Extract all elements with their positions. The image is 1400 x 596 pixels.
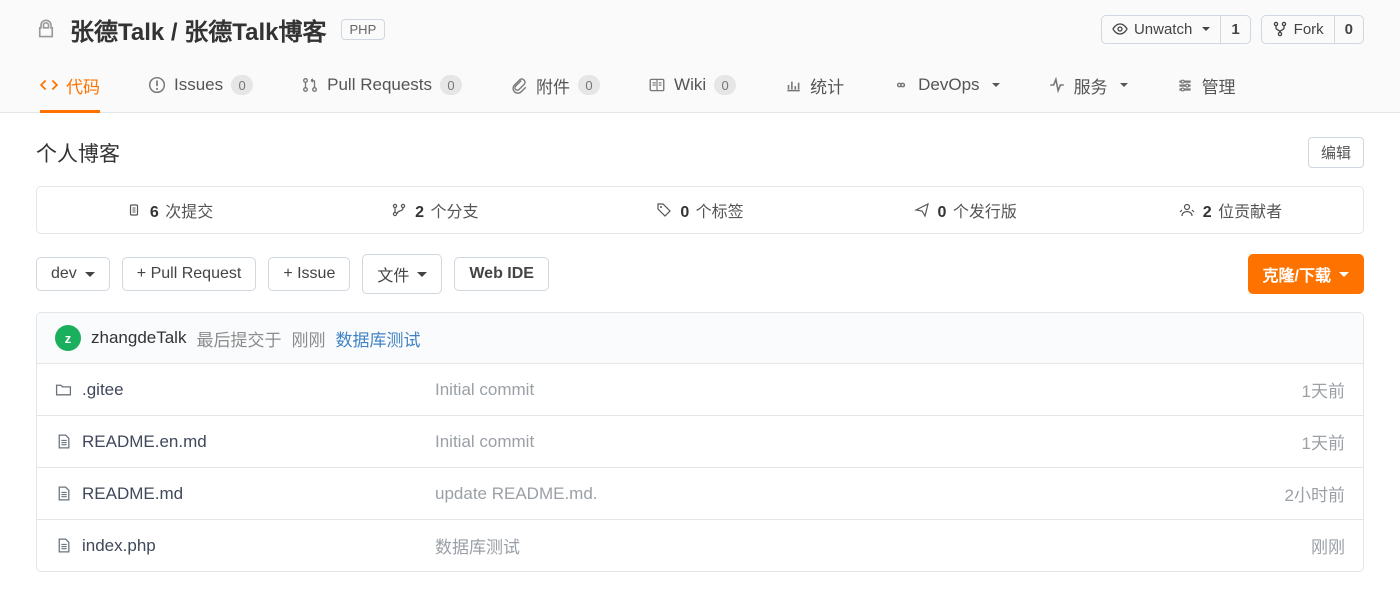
folder-icon bbox=[55, 381, 72, 398]
tab-services[interactable]: 服务 bbox=[1048, 58, 1128, 112]
stat-releases[interactable]: 0 个发行版 bbox=[833, 187, 1098, 233]
chart-icon bbox=[784, 76, 802, 94]
new-issue-button[interactable]: + Issue bbox=[268, 257, 350, 291]
clip-icon bbox=[510, 76, 528, 94]
code-icon bbox=[40, 76, 58, 94]
watch-count[interactable]: 1 bbox=[1220, 16, 1249, 43]
lock-icon bbox=[36, 19, 56, 39]
commit-message[interactable]: Initial commit bbox=[435, 380, 1185, 400]
file-name[interactable]: .gitee bbox=[55, 380, 435, 400]
commit-message[interactable]: Initial commit bbox=[435, 432, 1185, 452]
infinity-icon bbox=[892, 76, 910, 94]
table-row: index.php数据库测试刚刚 bbox=[37, 519, 1363, 571]
release-icon bbox=[914, 202, 930, 218]
watch-button[interactable]: Unwatch 1 bbox=[1101, 15, 1251, 44]
file-name[interactable]: README.en.md bbox=[55, 432, 435, 452]
tab-wiki[interactable]: Wiki 0 bbox=[648, 58, 736, 112]
chevron-down-icon bbox=[1120, 83, 1128, 91]
repo-title: 张德Talk / 张德Talk博客 PHP bbox=[36, 12, 385, 47]
commit-when: 刚刚 bbox=[1185, 533, 1345, 558]
book-icon bbox=[648, 76, 666, 94]
tab-devops[interactable]: DevOps bbox=[892, 58, 999, 112]
owner-link[interactable]: 张德Talk bbox=[70, 19, 164, 46]
people-icon bbox=[1179, 202, 1195, 218]
table-row: README.mdupdate README.md.2小时前 bbox=[37, 467, 1363, 519]
prs-count: 0 bbox=[440, 75, 462, 95]
pr-icon bbox=[301, 76, 319, 94]
repo-link[interactable]: 张德Talk博客 bbox=[184, 19, 326, 46]
file-panel: z zhangdeTalk 最后提交于 刚刚 数据库测试 .giteeIniti… bbox=[36, 312, 1364, 572]
eye-icon bbox=[1112, 21, 1128, 37]
avatar[interactable]: z bbox=[55, 325, 81, 351]
pulse-icon bbox=[1048, 76, 1066, 94]
tab-code[interactable]: 代码 bbox=[40, 58, 100, 112]
tab-manage[interactable]: 管理 bbox=[1176, 58, 1236, 112]
fork-icon bbox=[1272, 21, 1288, 37]
branch-icon bbox=[391, 202, 407, 218]
table-row: .giteeInitial commit1天前 bbox=[37, 364, 1363, 415]
commit-message[interactable]: update README.md. bbox=[435, 484, 1185, 504]
issues-count: 0 bbox=[231, 75, 253, 95]
last-commit-author[interactable]: zhangdeTalk bbox=[91, 328, 186, 348]
stats-bar: 6 次提交 2 个分支 0 个标签 0 个发行版 2 位贡献者 bbox=[36, 186, 1364, 234]
chevron-down-icon bbox=[992, 83, 1000, 91]
fork-count[interactable]: 0 bbox=[1334, 16, 1363, 43]
new-pr-button[interactable]: + Pull Request bbox=[122, 257, 257, 291]
last-commit-when: 刚刚 bbox=[291, 326, 325, 351]
last-commit-prefix: 最后提交于 bbox=[196, 326, 281, 351]
wiki-count: 0 bbox=[714, 75, 736, 95]
file-icon bbox=[55, 433, 72, 450]
stat-contributors[interactable]: 2 位贡献者 bbox=[1098, 187, 1363, 233]
commit-when: 1天前 bbox=[1185, 429, 1345, 454]
commit-icon bbox=[126, 202, 142, 218]
stat-commits[interactable]: 6 次提交 bbox=[37, 187, 302, 233]
last-commit-message[interactable]: 数据库测试 bbox=[335, 326, 420, 351]
stat-tags[interactable]: 0 个标签 bbox=[567, 187, 832, 233]
tab-issues[interactable]: Issues 0 bbox=[148, 58, 253, 112]
commit-when: 2小时前 bbox=[1185, 481, 1345, 506]
attachments-count: 0 bbox=[578, 75, 600, 95]
settings-icon bbox=[1176, 76, 1194, 94]
tag-icon bbox=[656, 202, 672, 218]
stat-branches[interactable]: 2 个分支 bbox=[302, 187, 567, 233]
repo-tabs: 代码 Issues 0 Pull Requests 0 附件 0 Wiki 0 … bbox=[36, 58, 1364, 112]
clone-download-button[interactable]: 克隆/下载 bbox=[1248, 254, 1364, 294]
tab-stats[interactable]: 统计 bbox=[784, 58, 844, 112]
edit-button[interactable]: 编辑 bbox=[1308, 137, 1364, 168]
branch-selector[interactable]: dev bbox=[36, 257, 110, 291]
file-name[interactable]: README.md bbox=[55, 484, 435, 504]
toolbar: dev + Pull Request + Issue 文件 Web IDE 克隆… bbox=[36, 254, 1364, 294]
file-icon bbox=[55, 537, 72, 554]
commit-when: 1天前 bbox=[1185, 377, 1345, 402]
table-row: README.en.mdInitial commit1天前 bbox=[37, 415, 1363, 467]
last-commit-bar: z zhangdeTalk 最后提交于 刚刚 数据库测试 bbox=[37, 313, 1363, 364]
repo-description: 个人博客 bbox=[36, 138, 120, 168]
tab-attachments[interactable]: 附件 0 bbox=[510, 58, 600, 112]
commit-message[interactable]: 数据库测试 bbox=[435, 533, 1185, 558]
web-ide-button[interactable]: Web IDE bbox=[454, 257, 549, 291]
file-name[interactable]: index.php bbox=[55, 536, 435, 556]
chevron-down-icon bbox=[1202, 27, 1210, 35]
files-menu[interactable]: 文件 bbox=[362, 254, 442, 294]
fork-button[interactable]: Fork 0 bbox=[1261, 15, 1364, 44]
tab-pull-requests[interactable]: Pull Requests 0 bbox=[301, 58, 462, 112]
file-icon bbox=[55, 485, 72, 502]
language-tag: PHP bbox=[341, 19, 386, 40]
issue-icon bbox=[148, 76, 166, 94]
